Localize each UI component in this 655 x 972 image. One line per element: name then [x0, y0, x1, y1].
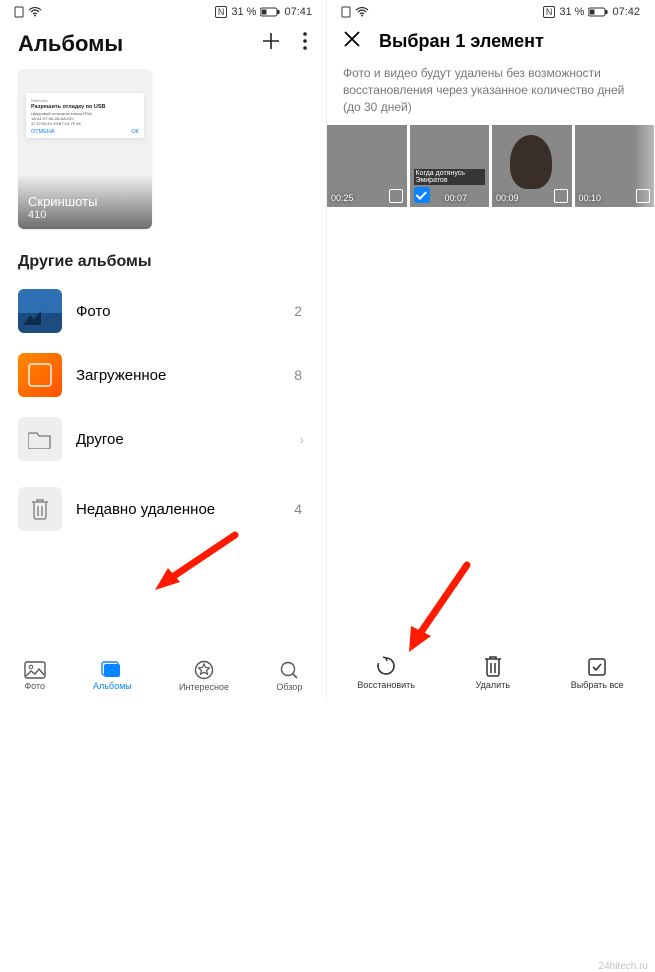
annotation-arrow	[397, 560, 477, 660]
screen-albums: N 31 % 07:41 Альбомы WebView	[0, 0, 327, 700]
select-checkbox[interactable]	[554, 189, 568, 203]
album-label: Недавно удаленное	[76, 501, 294, 518]
select-checkbox[interactable]	[636, 189, 650, 203]
media-thumbnail[interactable]: 00:25	[327, 125, 407, 207]
album-count: 8	[294, 367, 308, 383]
nav-interesting[interactable]: Интересное	[179, 660, 229, 692]
status-bar: N 31 % 07:42	[327, 0, 654, 20]
delete-button[interactable]: Удалить	[476, 655, 510, 690]
chevron-right-icon: ›	[299, 431, 308, 447]
album-row-downloaded[interactable]: Загруженное 8	[18, 343, 308, 407]
screen-recently-deleted: N 31 % 07:42 Выбран 1 элемент Фото и вид…	[327, 0, 654, 700]
status-bar: N 31 % 07:41	[0, 0, 326, 20]
album-row-other[interactable]: Другое ›	[18, 407, 308, 471]
album-thumb-icon	[18, 289, 62, 333]
folder-icon	[18, 417, 62, 461]
close-button[interactable]	[343, 30, 361, 53]
battery-icon	[260, 7, 280, 17]
album-card-screenshots[interactable]: WebView Разрешить отладку по USB Цифрово…	[18, 69, 152, 229]
deletion-warning: Фото и видео будут удалены без возможнос…	[327, 59, 654, 125]
restore-button[interactable]: Восстановить	[357, 655, 415, 690]
header: Выбран 1 элемент	[327, 20, 654, 59]
album-label: Другое	[76, 431, 299, 448]
battery-icon	[588, 7, 608, 17]
album-name: Скриншоты	[28, 194, 142, 209]
album-row-recently-deleted[interactable]: Недавно удаленное 4	[18, 477, 308, 541]
thumbnail-strip: 00:25 Когда дотянусь Эмиратов 00:07 00:0…	[327, 125, 654, 207]
duration-label: 00:10	[579, 193, 602, 203]
nav-review[interactable]: Обзор	[276, 660, 302, 692]
header: Альбомы	[0, 20, 326, 63]
nav-photo[interactable]: Фото	[24, 661, 46, 691]
album-row-photo[interactable]: Фото 2	[18, 279, 308, 343]
album-count: 2	[294, 303, 308, 319]
media-thumbnail[interactable]: 00:10	[575, 125, 655, 207]
select-all-button[interactable]: Выбрать все	[571, 657, 624, 690]
trash-icon	[18, 487, 62, 531]
sim-icon	[14, 6, 24, 18]
page-title: Альбомы	[18, 31, 123, 57]
media-thumbnail-selected[interactable]: Когда дотянусь Эмиратов 00:07	[410, 125, 490, 207]
screenshot-dialog-preview: WebView Разрешить отладку по USB Цифрово…	[26, 93, 144, 138]
nav-albums[interactable]: Альбомы	[93, 661, 132, 691]
album-count: 4	[294, 501, 308, 517]
wifi-icon	[28, 7, 42, 17]
album-count: 410	[28, 209, 142, 221]
bottom-nav: Фото Альбомы Интересное Обзор	[0, 654, 326, 700]
caption-label: Когда дотянусь Эмиратов	[414, 169, 486, 185]
add-button[interactable]	[260, 30, 282, 57]
duration-label: 00:25	[331, 193, 354, 203]
album-label: Фото	[76, 303, 294, 320]
album-thumb-icon	[18, 353, 62, 397]
clock-text: 07:41	[284, 6, 312, 18]
selection-title: Выбран 1 элемент	[379, 31, 544, 52]
duration-label: 00:07	[444, 193, 467, 203]
section-other-albums: Другие альбомы	[0, 243, 326, 279]
action-bar: Восстановить Удалить Выбрать все	[327, 647, 654, 700]
watermark: 24hitech.ru	[599, 961, 648, 972]
clock-text: 07:42	[612, 6, 640, 18]
battery-text: 31 %	[231, 6, 256, 18]
select-checkbox[interactable]	[389, 189, 403, 203]
more-button[interactable]	[302, 30, 308, 57]
wifi-icon	[355, 7, 369, 17]
sim-icon	[341, 6, 351, 18]
battery-text: 31 %	[559, 6, 584, 18]
media-thumbnail[interactable]: 00:09	[492, 125, 572, 207]
nfc-icon: N	[215, 6, 228, 18]
album-label: Загруженное	[76, 367, 294, 384]
nfc-icon: N	[543, 6, 556, 18]
duration-label: 00:09	[496, 193, 519, 203]
checkmark-icon[interactable]	[414, 187, 430, 203]
